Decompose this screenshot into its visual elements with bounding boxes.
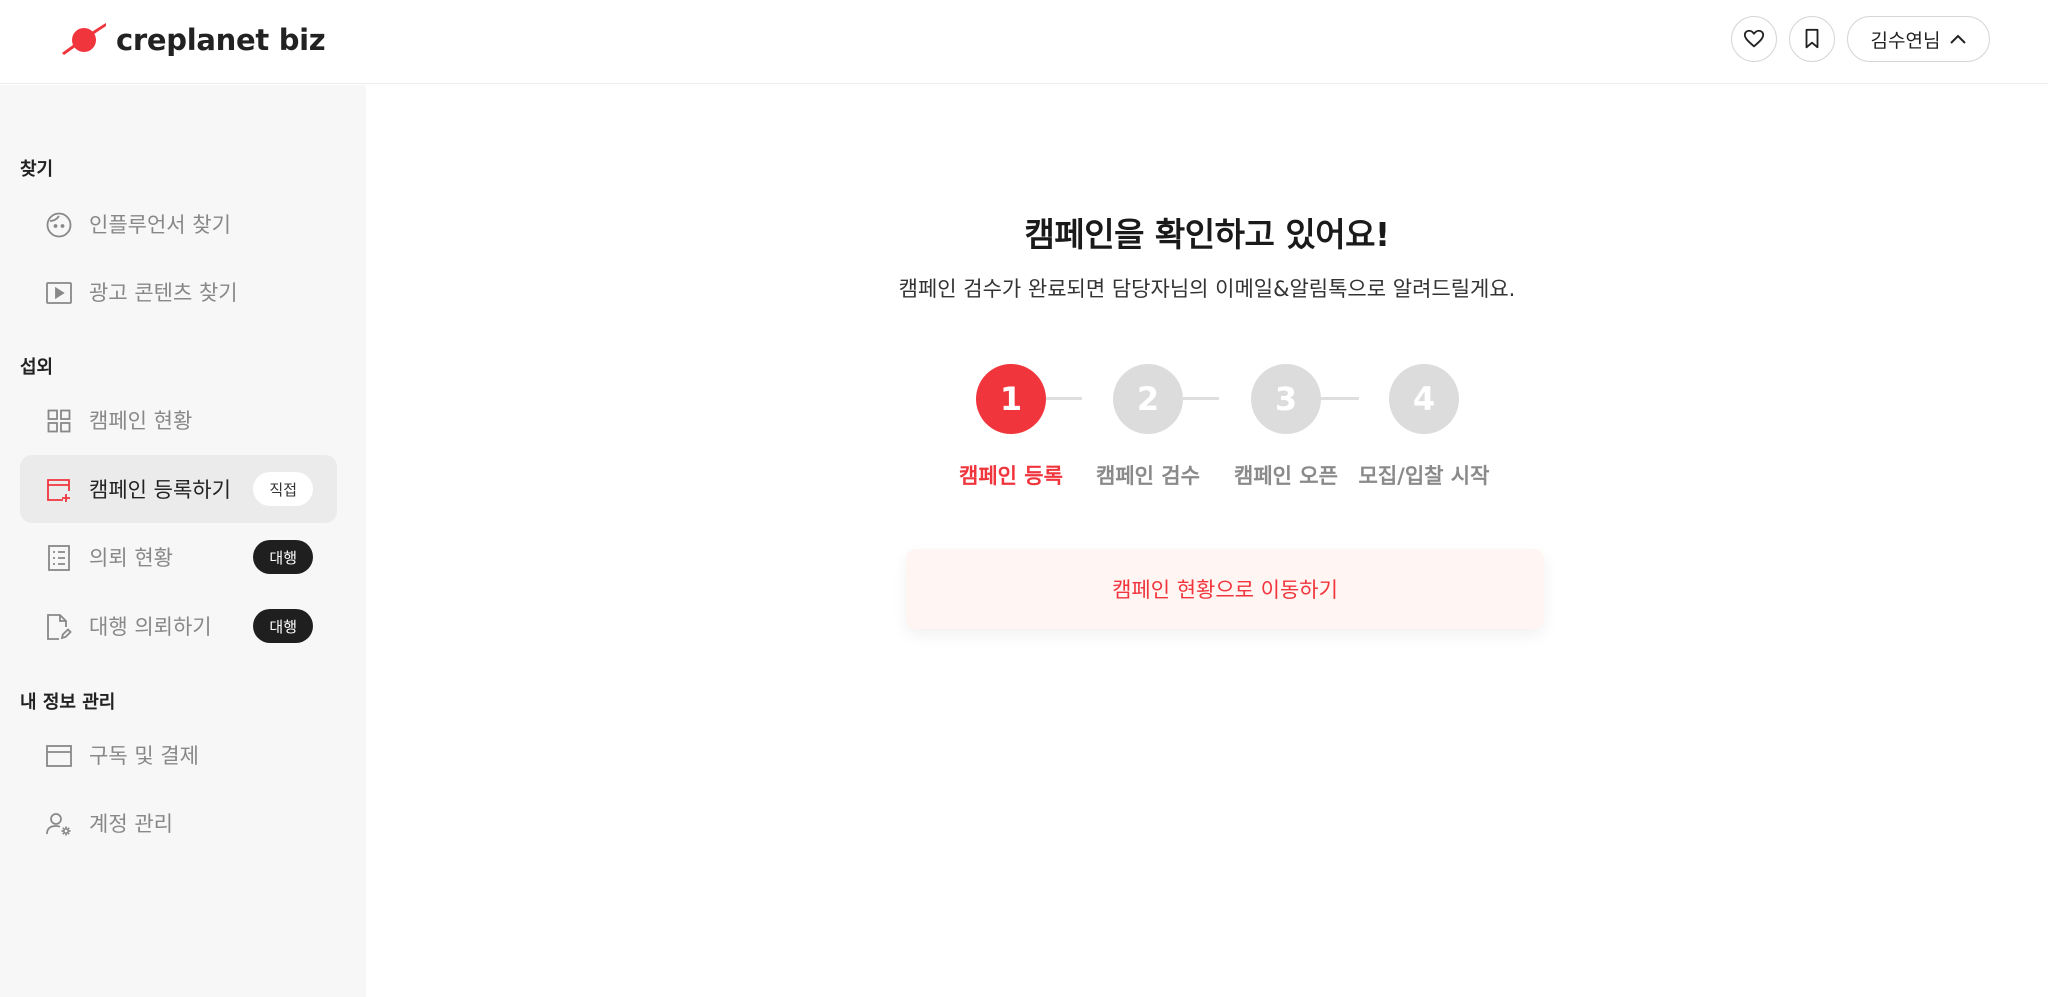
sidebar-item-subscription[interactable]: 구독 및 결제 (20, 721, 337, 789)
page-title: 캠페인을 확인하고 있어요! (1024, 215, 1391, 254)
step-4-label: 모집/입찰 시작 (1358, 464, 1490, 488)
step-1-circle: 1 (976, 364, 1046, 434)
step-3-circle: 3 (1251, 364, 1321, 434)
badge-agency: 대행 (253, 609, 313, 643)
top-header: creplanet biz 김수연님 (0, 0, 2048, 84)
planet-logo-icon (60, 20, 108, 60)
sidebar-item-label: 구독 및 결제 (89, 744, 199, 768)
sidebar-item-find-ad-content[interactable]: 광고 콘텐츠 찾기 (20, 258, 337, 326)
logo-text: creplanet biz (116, 23, 326, 57)
chevron-up-icon (1950, 34, 1967, 44)
sidebar-item-label: 광고 콘텐츠 찾기 (89, 281, 238, 305)
logo[interactable]: creplanet biz (60, 20, 326, 60)
heart-icon (1743, 29, 1765, 48)
badge-direct: 직접 (253, 472, 313, 506)
sidebar-item-campaign-status[interactable]: 캠페인 현황 (20, 386, 337, 454)
page-subtitle: 캠페인 검수가 완료되면 담당자님의 이메일&알림톡으로 알려드릴게요. (898, 277, 1516, 301)
face-icon (46, 212, 72, 238)
sidebar-item-label: 대행 의뢰하기 (89, 615, 212, 639)
sidebar-item-request-status[interactable]: 의뢰 현황 대행 (20, 523, 337, 591)
section-title-outreach: 섭외 (20, 357, 54, 378)
sidebar-item-register-campaign[interactable]: 캠페인 등록하기 직접 (20, 455, 337, 523)
sidebar-item-label: 캠페인 등록하기 (89, 478, 231, 502)
section-title-my-info: 내 정보 관리 (20, 692, 116, 713)
list-icon (46, 545, 72, 571)
sidebar-item-account[interactable]: 계정 관리 (20, 789, 337, 857)
section-title-find: 찾기 (20, 159, 54, 180)
bookmark-icon (1805, 28, 1819, 49)
sidebar-item-find-influencer[interactable]: 인플루언서 찾기 (20, 190, 337, 258)
sidebar: 찾기 인플루언서 찾기 광고 콘텐츠 찾기 섭외 캠페인 현황 캠페인 등록하기… (0, 85, 366, 997)
play-icon (46, 280, 72, 306)
grid-icon (46, 408, 72, 434)
sidebar-item-agency-request[interactable]: 대행 의뢰하기 대행 (20, 592, 337, 660)
favorite-button[interactable] (1731, 16, 1777, 62)
sidebar-item-label: 의뢰 현황 (89, 546, 173, 570)
document-edit-icon (46, 614, 72, 640)
badge-agency: 대행 (253, 540, 313, 574)
step-4-circle: 4 (1389, 364, 1459, 434)
user-name: 김수연님 (1870, 29, 1941, 52)
sidebar-item-label: 캠페인 현황 (89, 409, 193, 433)
step-connector (1183, 397, 1219, 400)
step-connector (1046, 397, 1082, 400)
sidebar-item-label: 인플루언서 찾기 (89, 213, 231, 237)
calendar-plus-icon (46, 477, 72, 503)
go-to-campaign-status-button[interactable]: 캠페인 현황으로 이동하기 (906, 549, 1544, 629)
sidebar-item-label: 계정 관리 (89, 812, 173, 836)
step-connector (1320, 397, 1359, 400)
card-icon (46, 743, 72, 769)
step-2-circle: 2 (1113, 364, 1183, 434)
user-settings-icon (46, 811, 72, 837)
user-menu-button[interactable]: 김수연님 (1847, 16, 1990, 62)
bookmark-button[interactable] (1789, 16, 1835, 62)
